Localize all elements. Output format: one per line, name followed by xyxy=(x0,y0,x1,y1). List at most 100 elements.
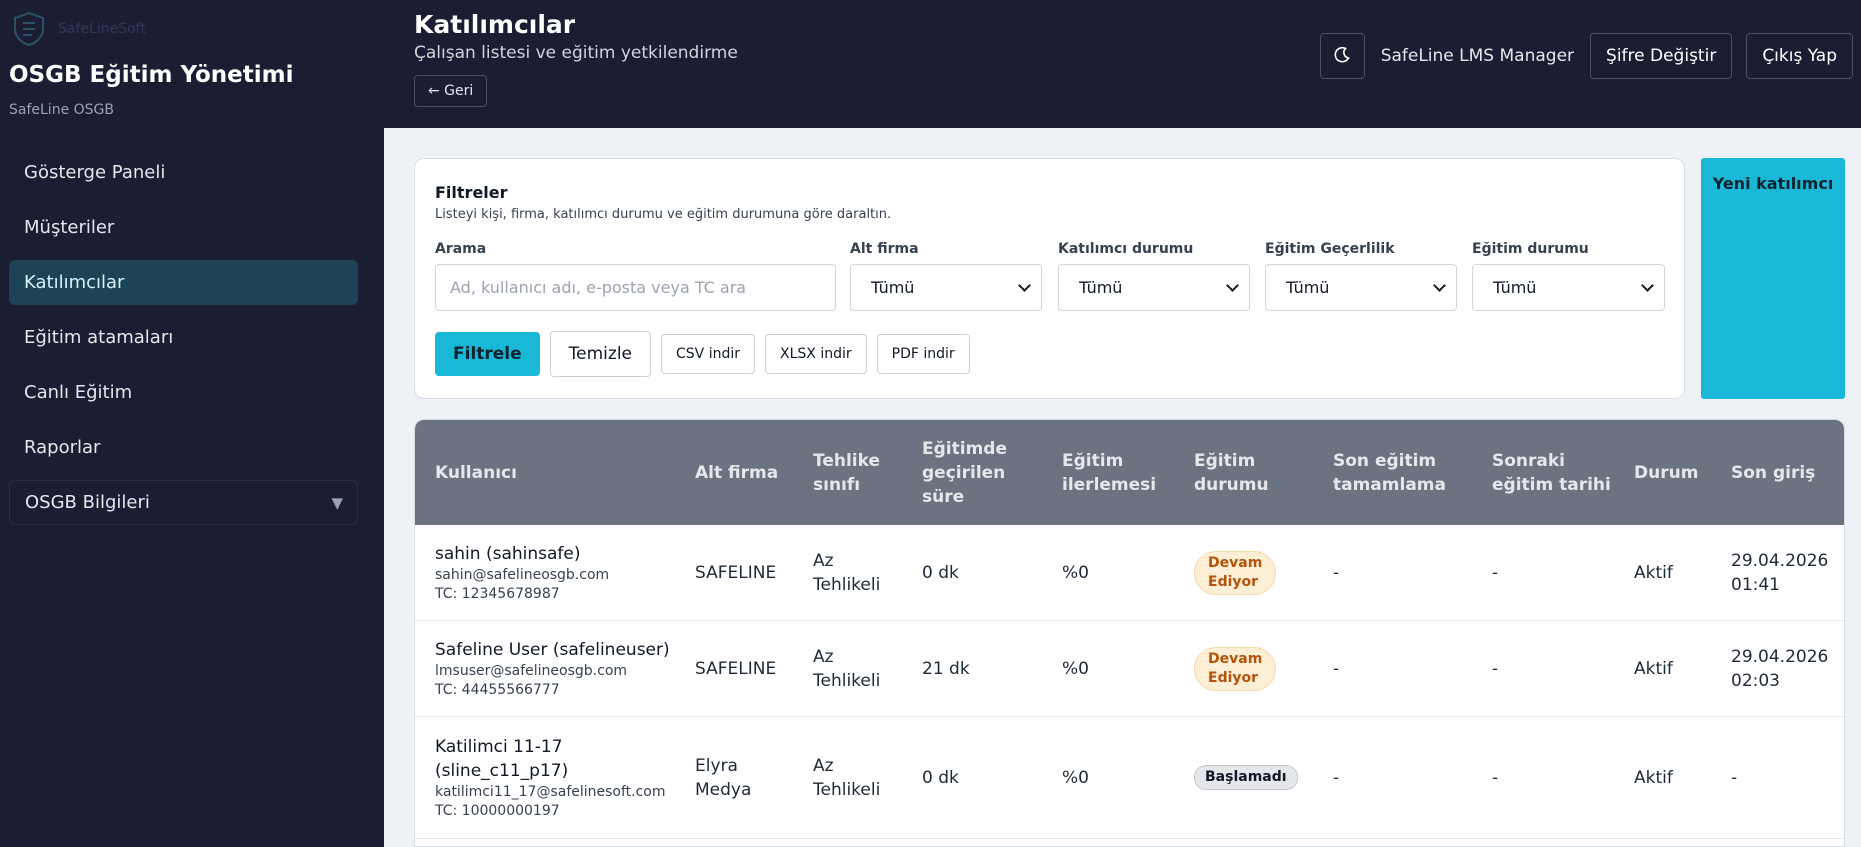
state-cell: Aktif xyxy=(1634,658,1673,679)
xlsx-download-button[interactable]: XLSX indir xyxy=(765,334,867,374)
column-header-training-progress[interactable]: Eğitim ilerlemesi xyxy=(1062,420,1156,525)
validity-label: Eğitim Geçerlilik xyxy=(1265,241,1395,257)
column-header-user[interactable]: Kullanıcı xyxy=(435,420,517,525)
training-status-label: Eğitim durumu xyxy=(1472,241,1589,257)
csv-download-button[interactable]: CSV indir xyxy=(661,334,755,374)
sidebar-item-label: Gösterge Paneli xyxy=(24,162,166,183)
subcompany-cell: Elyra Medya xyxy=(695,755,752,800)
clear-button[interactable]: Temizle xyxy=(549,331,652,377)
column-header-last-completion[interactable]: Son eğitim tamamlama xyxy=(1333,420,1446,525)
shield-logo-icon xyxy=(10,10,48,48)
column-header-status[interactable]: Durum xyxy=(1634,420,1698,525)
brand-subtitle: SafeLine OSGB xyxy=(9,102,114,118)
caret-down-icon: ▼ xyxy=(331,493,343,512)
sidebar-item-label: Müşteriler xyxy=(24,217,115,238)
subcompany-cell: SAFELINE xyxy=(695,562,777,583)
search-placeholder: Ad, kullanıcı adı, e-posta veya TC ara xyxy=(450,278,747,297)
table-row[interactable]: sahin (sahinsafe) sahin@safelineosgb.com… xyxy=(415,525,1844,621)
sidebar-item-customers[interactable]: Müşteriler xyxy=(9,205,358,250)
hazard-cell: Az Tehlikeli xyxy=(813,550,881,595)
user-cell: Katilimci 11-17 (sline_c11_p17) katilimc… xyxy=(435,717,666,838)
table-row[interactable]: Safeline User (safelineuser) lmsuser@saf… xyxy=(415,621,1844,717)
last-completion-cell: - xyxy=(1333,767,1340,788)
validity-select[interactable]: Tümü xyxy=(1265,264,1457,311)
last-completion-cell: - xyxy=(1333,658,1340,679)
filter-button[interactable]: Filtrele xyxy=(435,332,540,376)
header: Katılımcılar Çalışan listesi ve eğitim y… xyxy=(384,0,1861,128)
sidebar-item-dashboard[interactable]: Gösterge Paneli xyxy=(9,150,358,195)
status-badge: Devam Ediyor xyxy=(1194,550,1277,595)
sidebar-item-label: Canlı Eğitim xyxy=(24,382,133,403)
brand-title: OSGB Eğitim Yönetimi xyxy=(9,62,294,88)
user-name: Katilimci 11-17 xyxy=(435,736,563,757)
sidebar-item-live-training[interactable]: Canlı Eğitim xyxy=(9,370,358,415)
sidebar-item-reports[interactable]: Raporlar xyxy=(9,425,358,470)
subcompany-cell: SAFELINE xyxy=(695,658,777,679)
sidebar-item-label: OSGB Bilgileri xyxy=(25,492,150,513)
sidebar-item-training-assignments[interactable]: Eğitim atamaları xyxy=(9,315,358,360)
time-cell: 0 dk xyxy=(922,562,959,583)
user-tc: TC: 10000000197 xyxy=(435,802,560,819)
page-title: Katılımcılar xyxy=(414,10,576,39)
last-login-cell: 29.04.2026 01:41 xyxy=(1731,550,1829,595)
progress-cell: %0 xyxy=(1062,767,1089,788)
sidebar-item-participants[interactable]: Katılımcılar xyxy=(9,260,358,305)
subcompany-select[interactable]: Tümü xyxy=(850,264,1042,311)
column-header-time-spent[interactable]: Eğitimde geçirilen süre xyxy=(922,420,1007,525)
new-participant-button[interactable]: Yeni katılımcı xyxy=(1701,158,1845,399)
column-header-next-training-date[interactable]: Sonraki eğitim tarihi xyxy=(1492,420,1611,525)
last-login-cell: - xyxy=(1731,767,1738,788)
status-badge: Devam Ediyor xyxy=(1194,646,1277,691)
time-cell: 0 dk xyxy=(922,767,959,788)
last-login-cell: 29.04.2026 02:03 xyxy=(1731,646,1829,691)
search-label: Arama xyxy=(435,241,487,257)
participant-status-label: Katılımcı durumu xyxy=(1058,241,1194,257)
next-date-cell: - xyxy=(1492,562,1499,583)
user-tc: TC: 12345678987 xyxy=(435,585,560,602)
sidebar-item-label: Raporlar xyxy=(24,437,101,458)
user-name: sahin (sahinsafe) xyxy=(435,543,581,564)
subcompany-select-value: Tümü xyxy=(871,278,915,297)
participants-table: Kullanıcı Alt firma Tehlike sınıfı Eğitim… xyxy=(414,419,1845,847)
subcompany-label: Alt firma xyxy=(850,241,919,257)
chevron-down-icon xyxy=(1433,279,1446,292)
change-password-button[interactable]: Şifre Değiştir xyxy=(1590,33,1733,79)
user-email: sahin@safelineosgb.com xyxy=(435,566,610,583)
user-email: katilimci11_17@safelinesoft.com xyxy=(435,783,666,800)
table-row[interactable]: Katilimci 11-17 (sline_c11_p17) katilimc… xyxy=(415,717,1844,839)
participant-status-select[interactable]: Tümü xyxy=(1058,264,1250,311)
filters-title: Filtreler xyxy=(435,183,508,202)
progress-cell: %0 xyxy=(1062,562,1089,583)
state-cell: Aktif xyxy=(1634,562,1673,583)
last-completion-cell: - xyxy=(1333,562,1340,583)
sidebar-nav: Gösterge Paneli Müşteriler Katılımcılar … xyxy=(9,150,358,535)
column-header-training-status[interactable]: Eğitim durumu xyxy=(1194,420,1269,525)
pdf-download-button[interactable]: PDF indir xyxy=(876,334,970,374)
page-subtitle: Çalışan listesi ve eğitim yetkilendirme xyxy=(414,43,738,63)
next-date-cell: - xyxy=(1492,658,1499,679)
status-badge: Başlamadı xyxy=(1194,765,1298,790)
training-status-select[interactable]: Tümü xyxy=(1472,264,1665,311)
table-header: Kullanıcı Alt firma Tehlike sınıfı Eğitim… xyxy=(415,420,1844,525)
search-input[interactable]: Ad, kullanıcı adı, e-posta veya TC ara xyxy=(435,264,836,311)
sidebar: SafeLineSoft OSGB Eğitim Yönetimi SafeLi… xyxy=(0,0,384,847)
column-header-last-login[interactable]: Son giriş xyxy=(1731,420,1815,525)
training-status-cell: Devam Ediyor xyxy=(1194,525,1277,620)
hazard-cell: Az Tehlikeli xyxy=(813,646,881,691)
column-header-subcompany[interactable]: Alt firma xyxy=(695,420,778,525)
user-email: lmsuser@safelineosgb.com xyxy=(435,662,628,679)
column-header-hazard-class[interactable]: Tehlike sınıfı xyxy=(813,420,880,525)
time-cell: 21 dk xyxy=(922,658,970,679)
back-button[interactable]: ← Geri xyxy=(414,75,488,107)
sidebar-item-label: Katılımcılar xyxy=(24,272,125,293)
logo[interactable]: SafeLineSoft xyxy=(10,10,146,48)
theme-toggle-button[interactable] xyxy=(1319,33,1365,79)
sidebar-item-osgb-info[interactable]: OSGB Bilgileri ▼ xyxy=(9,480,358,525)
logout-button[interactable]: Çıkış Yap xyxy=(1746,33,1853,79)
training-status-select-value: Tümü xyxy=(1493,278,1537,297)
validity-select-value: Tümü xyxy=(1286,278,1330,297)
user-cell: sahin (sahinsafe) sahin@safelineosgb.com… xyxy=(435,525,609,620)
header-actions: SafeLine LMS Manager Şifre Değiştir Çıkı… xyxy=(1319,33,1853,79)
user-name: Safeline User (safelineuser) xyxy=(435,639,670,660)
chevron-down-icon xyxy=(1641,279,1654,292)
